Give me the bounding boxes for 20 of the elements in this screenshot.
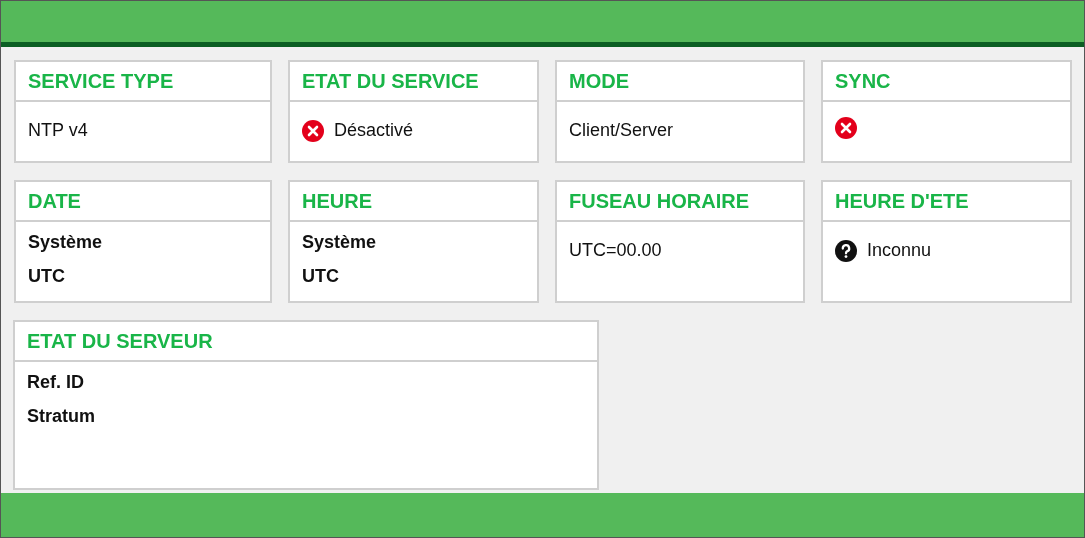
card-title: HEURE D'ETE [835, 189, 969, 214]
card-title: FUSEAU HORAIRE [569, 189, 749, 214]
card-title: ETAT DU SERVEUR [27, 329, 213, 354]
field-label: UTC [28, 266, 66, 287]
field-label: Système [302, 232, 378, 253]
field-label: Stratum [27, 406, 96, 427]
card-title: SERVICE TYPE [28, 69, 174, 94]
value-text: NTP v4 [28, 120, 88, 140]
status-text: Inconnu [867, 239, 932, 262]
card-title: MODE [569, 69, 629, 94]
card-title: SYNC [835, 69, 891, 94]
card-title: DATE [28, 189, 81, 214]
field-label: Ref. ID [27, 372, 85, 393]
card-title: ETAT DU SERVICE [302, 69, 479, 94]
field-label: UTC [302, 266, 340, 287]
value-text: UTC=00.00 [569, 240, 662, 260]
card-title: HEURE [302, 189, 372, 214]
value-text: Client/Server [569, 120, 674, 140]
field-label: Système [28, 232, 104, 253]
status-text: Désactivé [334, 119, 414, 142]
